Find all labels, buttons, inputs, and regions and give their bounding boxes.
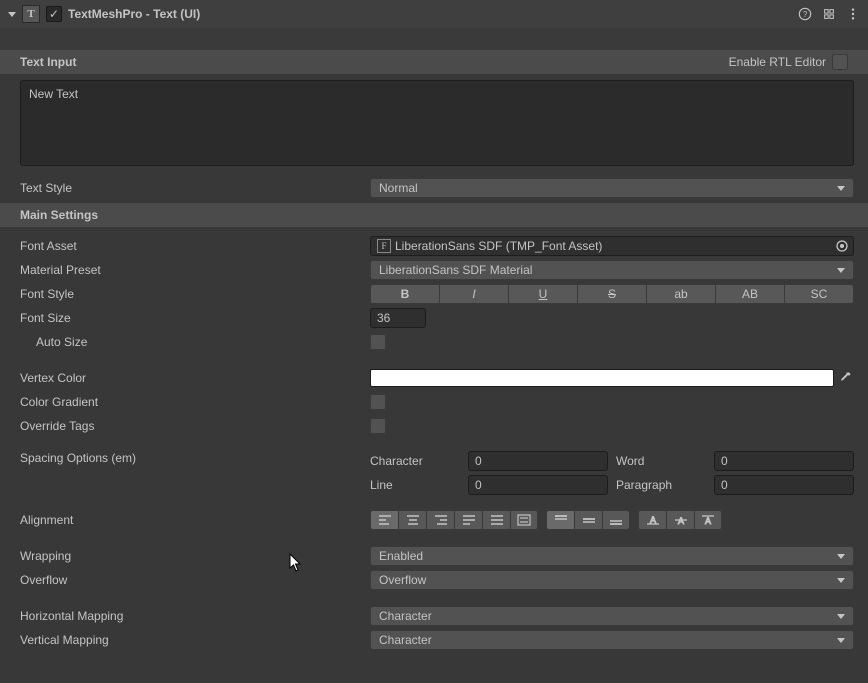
vertex-color-label: Vertex Color	[20, 371, 370, 385]
font-style-uppercase[interactable]: AB	[715, 284, 784, 304]
font-style-bold[interactable]: B	[370, 284, 439, 304]
rtl-checkbox[interactable]	[832, 54, 848, 70]
spacing-character-label: Character	[370, 454, 460, 468]
align-center[interactable]	[398, 510, 426, 530]
font-asset-field[interactable]: F LiberationSans SDF (TMP_Font Asset)	[370, 236, 854, 256]
text-style-label: Text Style	[20, 181, 370, 195]
material-preset-dropdown[interactable]: LiberationSans SDF Material	[370, 260, 854, 280]
text-input-section: Text Input Enable RTL Editor	[0, 50, 868, 74]
font-asset-type-icon: F	[377, 239, 391, 253]
spacing-paragraph-input[interactable]	[714, 475, 854, 495]
font-style-underline[interactable]: U	[508, 284, 577, 304]
svg-text:?: ?	[803, 10, 808, 19]
horizontal-alignment-group	[370, 510, 538, 530]
font-size-input[interactable]	[370, 308, 426, 328]
align-baseline[interactable]: A	[638, 510, 666, 530]
override-tags-label: Override Tags	[20, 419, 370, 433]
text-style-dropdown[interactable]: Normal	[370, 178, 854, 198]
align-top[interactable]	[546, 510, 574, 530]
font-style-lowercase[interactable]: ab	[646, 284, 715, 304]
text-alignment-extra-group: A A A	[638, 510, 722, 530]
svg-text:A: A	[678, 516, 684, 526]
spacing-paragraph-label: Paragraph	[616, 478, 706, 492]
vertical-mapping-label: Vertical Mapping	[20, 633, 370, 647]
color-gradient-label: Color Gradient	[20, 395, 370, 409]
font-asset-label: Font Asset	[20, 239, 370, 253]
font-style-strike[interactable]: S	[577, 284, 646, 304]
rtl-label: Enable RTL Editor	[729, 55, 826, 69]
align-middle[interactable]	[574, 510, 602, 530]
align-right[interactable]	[426, 510, 454, 530]
vertical-mapping-dropdown[interactable]: Character	[370, 630, 854, 650]
spacing-line-label: Line	[370, 478, 460, 492]
component-header: T TextMeshPro - Text (UI) ?	[0, 0, 868, 28]
preset-icon[interactable]	[822, 7, 836, 21]
foldout-toggle[interactable]	[8, 12, 16, 17]
component-title: TextMeshPro - Text (UI)	[68, 7, 792, 21]
align-justify[interactable]	[454, 510, 482, 530]
font-style-italic[interactable]: I	[439, 284, 508, 304]
alignment-label: Alignment	[20, 513, 370, 527]
font-size-label: Font Size	[20, 311, 370, 325]
font-style-smallcaps[interactable]: SC	[784, 284, 854, 304]
align-midline[interactable]: A	[666, 510, 694, 530]
component-icon: T	[22, 5, 40, 23]
align-capline[interactable]: A	[694, 510, 722, 530]
eyedropper-icon[interactable]	[836, 369, 854, 387]
svg-text:A: A	[705, 516, 711, 526]
spacing-label: Spacing Options (em)	[20, 451, 370, 465]
overflow-label: Overflow	[20, 573, 370, 587]
help-icon[interactable]: ?	[798, 7, 812, 21]
wrapping-dropdown[interactable]: Enabled	[370, 546, 854, 566]
spacing-line-input[interactable]	[468, 475, 608, 495]
font-style-buttons: B I U S ab AB SC	[370, 284, 854, 304]
overflow-dropdown[interactable]: Overflow	[370, 570, 854, 590]
auto-size-label: Auto Size	[20, 335, 370, 349]
kebab-menu-icon[interactable]	[846, 7, 860, 21]
horizontal-mapping-label: Horizontal Mapping	[20, 609, 370, 623]
color-gradient-checkbox[interactable]	[370, 394, 386, 410]
object-picker-icon[interactable]	[835, 239, 849, 253]
auto-size-checkbox[interactable]	[370, 334, 386, 350]
override-tags-checkbox[interactable]	[370, 418, 386, 434]
wrapping-label: Wrapping	[20, 549, 370, 563]
align-geometry-center[interactable]	[510, 510, 538, 530]
section-label: Main Settings	[20, 208, 98, 222]
section-label: Text Input	[20, 55, 76, 69]
spacing-character-input[interactable]	[468, 451, 608, 471]
spacing-word-input[interactable]	[714, 451, 854, 471]
horizontal-mapping-dropdown[interactable]: Character	[370, 606, 854, 626]
enable-checkbox[interactable]	[46, 6, 62, 22]
align-flush[interactable]	[482, 510, 510, 530]
material-preset-label: Material Preset	[20, 263, 370, 277]
align-bottom[interactable]	[602, 510, 630, 530]
main-settings-section: Main Settings	[0, 203, 868, 227]
align-left[interactable]	[370, 510, 398, 530]
font-style-label: Font Style	[20, 287, 370, 301]
spacing-word-label: Word	[616, 454, 706, 468]
vertex-color-swatch[interactable]	[370, 369, 834, 387]
vertical-alignment-group	[546, 510, 630, 530]
text-input[interactable]	[20, 80, 854, 166]
